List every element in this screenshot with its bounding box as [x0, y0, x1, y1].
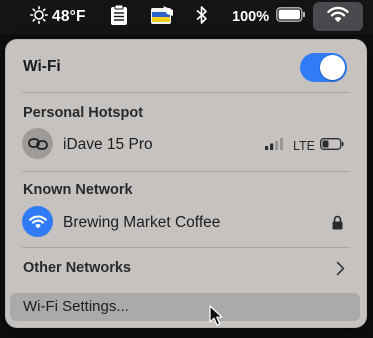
wifi-settings-button[interactable]: Wi-Fi Settings...: [10, 293, 360, 321]
flag-app-menu[interactable]: [149, 0, 175, 34]
known-network-row[interactable]: Brewing Market Coffee: [6, 205, 366, 239]
bluetooth-menu[interactable]: [195, 0, 209, 34]
known-network-header: Known Network: [23, 182, 133, 198]
wifi-toggle-knob: [320, 55, 345, 80]
other-networks-row[interactable]: Other Networks: [6, 252, 366, 286]
wifi-settings-label: Wi-Fi Settings...: [23, 298, 129, 315]
personal-hotspot-header: Personal Hotspot: [23, 105, 144, 121]
wifi-toggle[interactable]: [300, 53, 347, 82]
wifi-icon: [327, 6, 349, 28]
divider: [22, 247, 350, 248]
clipboard-icon: [110, 4, 128, 31]
bluetooth-icon: [195, 5, 209, 30]
known-network-name: Brewing Market Coffee: [63, 214, 221, 231]
lock-icon: [332, 215, 343, 235]
hotspot-status: LTE: [264, 137, 344, 155]
sun-icon: [30, 5, 49, 29]
divider: [22, 92, 350, 93]
menu-bar: 48°F 100%: [0, 0, 373, 34]
wifi-network-icon: [22, 206, 53, 237]
weather-temperature: 48°F: [52, 8, 86, 25]
clipboard-menu[interactable]: [110, 0, 128, 34]
divider: [22, 171, 350, 172]
weather-menu[interactable]: 48°F: [30, 0, 86, 34]
mouse-pointer-icon: [209, 305, 224, 332]
hotspot-network-type: LTE: [293, 139, 315, 153]
battery-menu[interactable]: 100%: [232, 0, 306, 34]
battery-percentage: 100%: [232, 9, 270, 25]
wifi-title: Wi-Fi: [23, 58, 61, 75]
cellular-signal-icon: [264, 137, 286, 155]
hotspot-battery-icon: [320, 137, 344, 155]
wifi-dropdown-panel: Wi-Fi Personal Hotspot iDave 15 Pro LTE: [5, 39, 367, 328]
hotspot-network-row[interactable]: iDave 15 Pro LTE: [6, 127, 366, 161]
chevron-right-icon: [336, 261, 345, 281]
flag-app-icon: [149, 4, 175, 31]
hotspot-device-name: iDave 15 Pro: [63, 136, 153, 153]
wifi-menu-button[interactable]: [313, 2, 363, 31]
other-networks-label: Other Networks: [23, 260, 131, 276]
hotspot-link-icon: [22, 128, 53, 159]
battery-icon: [276, 7, 306, 27]
